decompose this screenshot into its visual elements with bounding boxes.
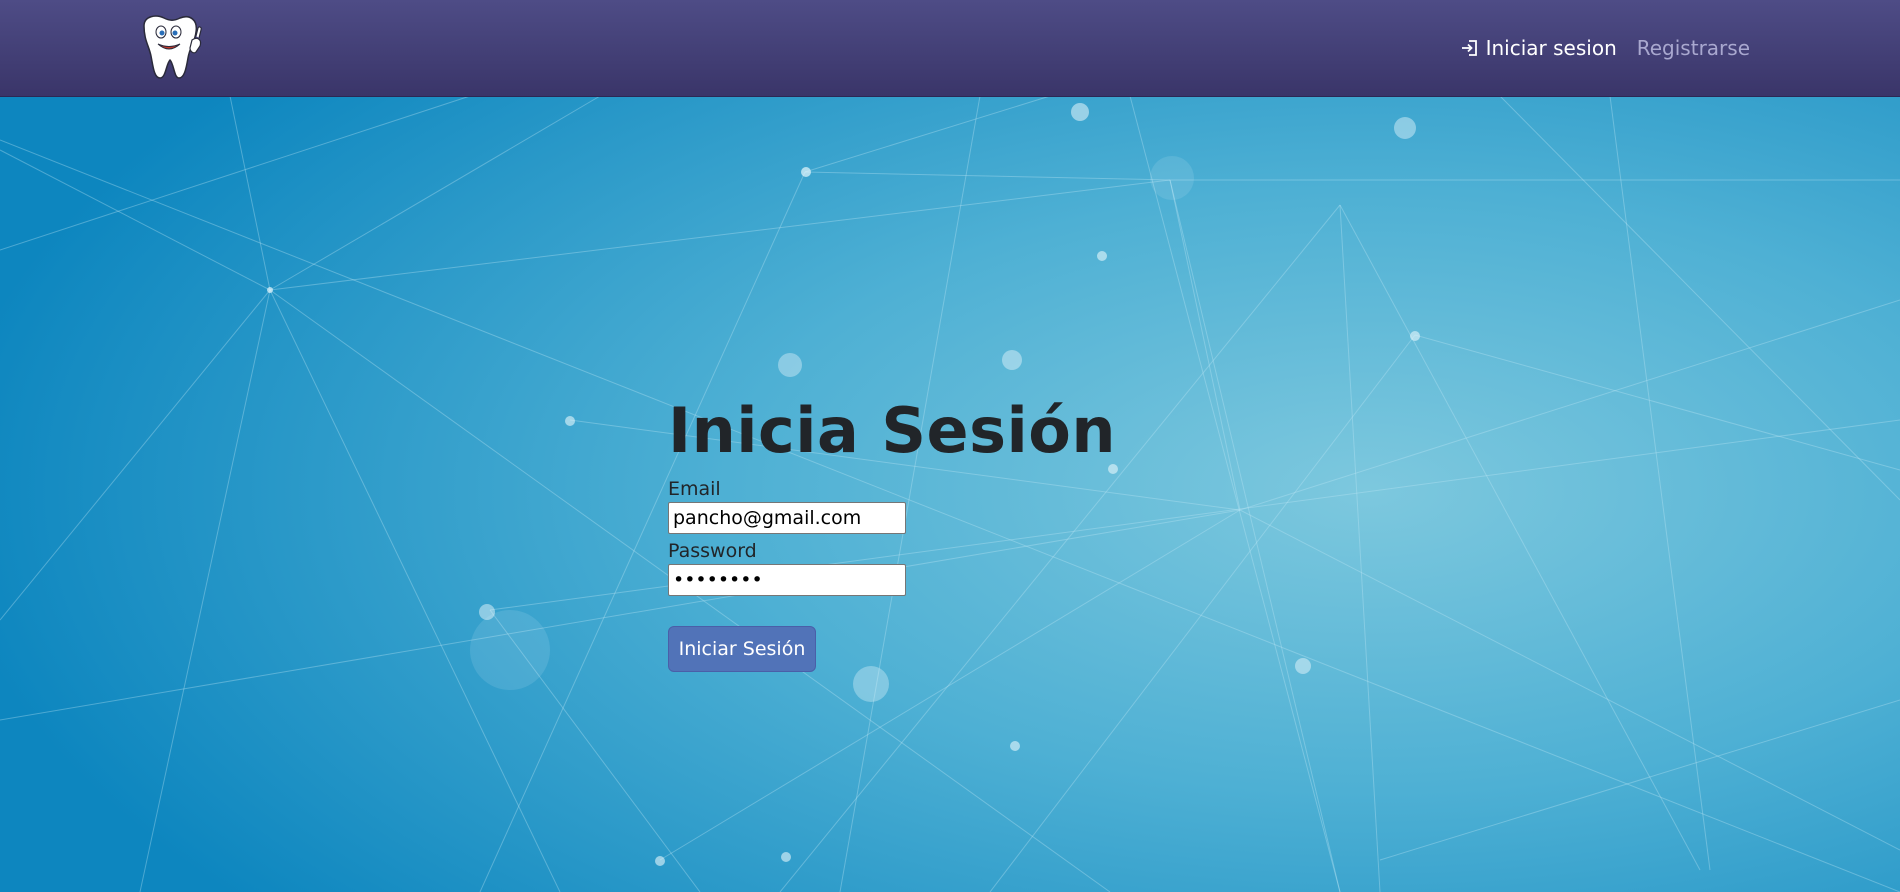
login-submit-button[interactable]: Iniciar Sesión: [668, 626, 816, 672]
top-navbar: Iniciar sesion Registrarse: [0, 0, 1900, 97]
tooth-mascot-icon[interactable]: [136, 14, 206, 80]
login-arrow-icon: [1460, 38, 1480, 58]
email-field[interactable]: [668, 502, 906, 534]
nav-login-link[interactable]: Iniciar sesion: [1460, 36, 1617, 60]
email-label: Email: [668, 478, 721, 500]
password-field[interactable]: [668, 564, 906, 596]
password-label: Password: [668, 540, 757, 562]
login-form: Inicia Sesión Email Password Iniciar Ses…: [668, 400, 1116, 672]
nav-links: Iniciar sesion Registrarse: [1460, 0, 1750, 96]
nav-register-link[interactable]: Registrarse: [1637, 36, 1750, 60]
page-title: Inicia Sesión: [668, 394, 1116, 467]
nav-login-label: Iniciar sesion: [1485, 36, 1617, 60]
